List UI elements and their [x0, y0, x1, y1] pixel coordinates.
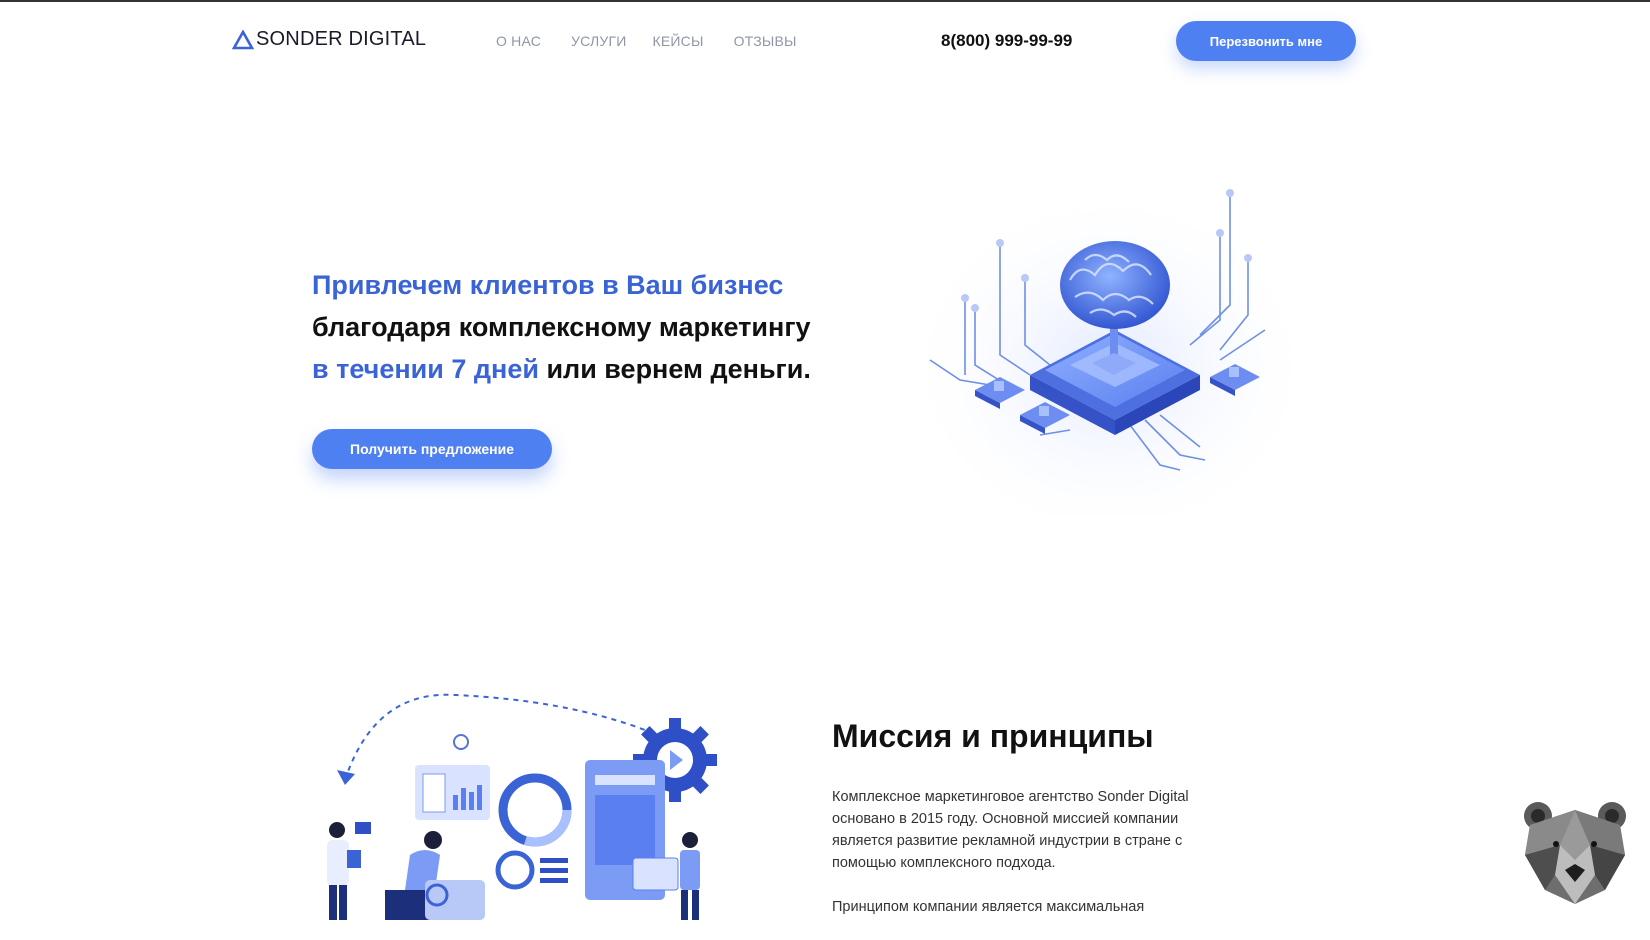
site-header: SONDER DIGITAL О НАС УСЛУГИ КЕЙСЫ ОТЗЫВЫ… [0, 2, 1650, 78]
mission-paragraph-2: Принципом компании является максимальная [832, 899, 1145, 915]
hero-title-line3-rest: или вернем деньги. [538, 354, 811, 384]
get-offer-button[interactable]: Получить предложение [312, 429, 552, 469]
nav-item-services[interactable]: УСЛУГИ [571, 33, 626, 49]
bear-icon[interactable] [1520, 800, 1630, 905]
nav-item-reviews[interactable]: ОТЗЫВЫ [734, 33, 797, 49]
team-dashboard-icon [327, 693, 717, 920]
hero-title-line2: благодаря комплексному маркетингу [312, 312, 811, 342]
triangle-logo-icon [232, 29, 254, 49]
callback-button[interactable]: Перезвонить мне [1176, 21, 1356, 61]
nav-item-cases[interactable]: КЕЙСЫ [653, 33, 704, 49]
mission-paragraph-1: Комплексное маркетинговое агентство Sond… [832, 789, 1189, 871]
main-nav: О НАС УСЛУГИ КЕЙСЫ ОТЗЫВЫ [496, 33, 827, 49]
brain-chip-icon [920, 185, 1300, 515]
brand-logo[interactable]: SONDER DIGITAL [232, 28, 426, 51]
mission-text: Комплексное маркетинговое агентство Sond… [832, 786, 1232, 940]
mission-title: Миссия и принципы [832, 718, 1154, 754]
nav-item-about[interactable]: О НАС [496, 33, 541, 49]
hero-title-line3-accent: в течении 7 дней [312, 354, 539, 384]
phone-number[interactable]: 8(800) 999-99-99 [941, 31, 1072, 51]
hero-title: Привлечем клиентов в Ваш бизнес благодар… [312, 264, 872, 390]
hero-title-line1: Привлечем клиентов в Ваш бизнес [312, 270, 784, 300]
brand-name: SONDER DIGITAL [256, 28, 427, 50]
